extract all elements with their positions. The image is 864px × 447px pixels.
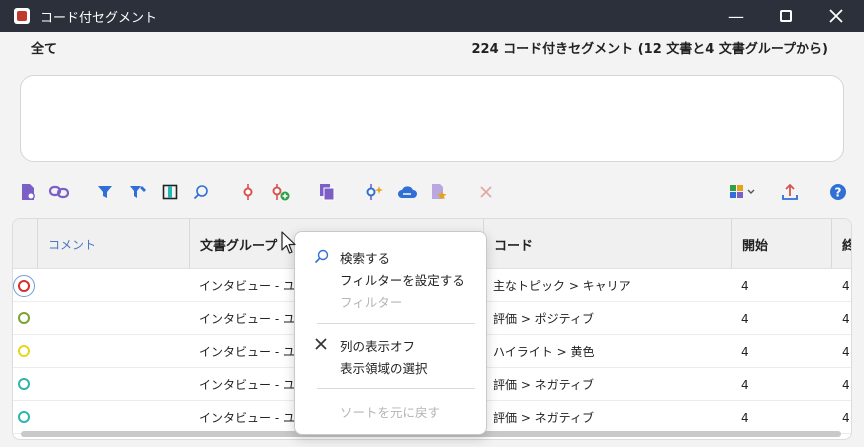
add-code-icon[interactable] [271,182,291,202]
maximize-icon [780,10,792,22]
column-header-code[interactable]: コード [483,219,731,269]
cell-code: 評価 > ネガティブ [493,378,594,392]
app-icon [14,8,30,24]
smart-coding-icon[interactable] [364,182,384,202]
cell-start: 4 [741,377,749,392]
row-color-marker [13,275,35,297]
menu-item-search[interactable]: 検索する [340,248,390,267]
columns-icon[interactable] [160,182,180,202]
cell-end: 4 [842,344,850,359]
menu-separator [317,323,475,324]
column-header-start[interactable]: 開始 [731,219,831,269]
help-icon[interactable]: ? [828,182,848,202]
cell-document-group: インタビュー - ユ [199,378,295,392]
filter-label: 全て [31,42,58,57]
cell-document-group: インタビュー - ユ [199,345,295,359]
segment-summary: 224 コード付きセグメント (12 文書と4 文書グループから) [471,42,828,57]
menu-item-hide-column[interactable]: 列の表示オフ [340,336,415,355]
row-color-marker [18,378,30,390]
export-icon[interactable] [780,182,800,202]
document-icon[interactable] [18,182,38,202]
window-title: コード付セグメント [40,10,158,26]
document-star-icon[interactable] [429,182,449,202]
cell-code: 主なトピック > キャリア [493,279,631,293]
cell-document-group: インタビュー - ユ [199,411,295,425]
maximize-button[interactable] [764,0,808,32]
column-context-menu: 検索する フィルターを設定する フィルター 列の表示オフ 表示領域の選択 ソート… [294,231,487,435]
close-button[interactable] [814,0,858,32]
cell-start: 4 [741,344,749,359]
filter-settings-icon[interactable] [128,182,148,202]
cell-end: 4 [842,410,850,425]
cell-end: 4 [842,311,850,326]
cell-code: 評価 > ネガティブ [493,411,594,425]
search-icon [313,248,329,264]
row-color-marker [18,411,30,423]
cell-document-group: インタビュー - ユ [199,279,295,293]
toolbar: ? [0,178,864,206]
cell-end: 4 [842,377,850,392]
column-header-end[interactable]: 終 [831,219,851,269]
svg-text:?: ? [835,186,842,200]
cloud-icon[interactable] [397,182,417,202]
filter-icon[interactable] [95,182,115,202]
close-icon [313,336,329,352]
segment-preview-area[interactable] [20,75,844,162]
cell-code: 評価 > ポジティブ [493,312,594,326]
row-color-marker [18,312,30,324]
link-icon[interactable] [49,182,69,202]
mouse-cursor-icon [281,231,297,259]
row-color-marker [18,345,30,357]
minimize-icon: — [728,6,744,26]
cell-end: 4 [842,278,850,293]
menu-item-filter: フィルター [340,295,403,310]
column-header-comment[interactable]: コメント [37,219,189,269]
minimize-button[interactable]: — [714,0,758,32]
cell-code: ハイライト > 黄色 [493,345,595,359]
close-icon [829,9,843,23]
title-bar: コード付セグメント — [0,0,864,32]
cell-start: 4 [741,278,749,293]
grid-menu-icon[interactable] [728,182,758,202]
cell-document-group: インタビュー - ユ [199,312,295,326]
menu-item-reset-sort: ソートを元に戻す [340,405,441,420]
code-icon[interactable] [238,182,258,202]
menu-item-set-filter[interactable]: フィルターを設定する [340,270,465,289]
copy-icon[interactable] [317,182,337,202]
delete-icon [476,182,496,202]
cell-start: 4 [741,410,749,425]
search-icon[interactable] [191,182,211,202]
menu-separator [317,388,475,389]
cell-start: 4 [741,311,749,326]
menu-item-select-display-area[interactable]: 表示領域の選択 [340,358,428,377]
